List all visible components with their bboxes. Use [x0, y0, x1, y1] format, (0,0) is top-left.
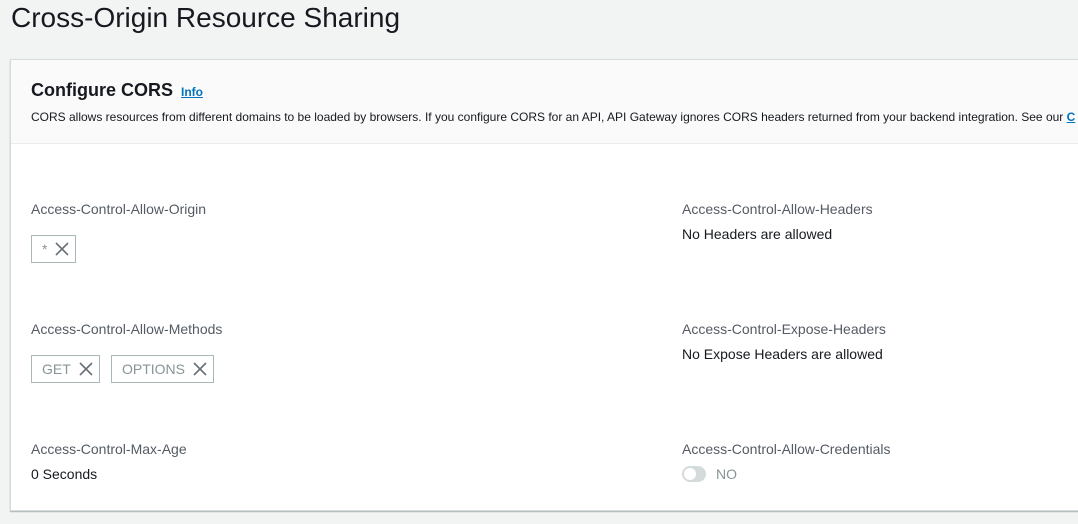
panel-title: Configure CORS [31, 80, 173, 100]
configure-cors-panel: Configure CORS Info CORS allows resource… [10, 59, 1078, 511]
allow-origin-label: Access-Control-Allow-Origin [31, 201, 207, 217]
token-label: * [42, 241, 48, 257]
toggle-knob [684, 468, 696, 480]
allow-credentials-state: NO [716, 466, 737, 482]
close-icon[interactable] [193, 362, 207, 376]
info-link[interactable]: Info [181, 85, 203, 99]
panel-description: CORS allows resources from different dom… [31, 110, 1075, 124]
docs-link[interactable]: C [1067, 110, 1076, 124]
allow-credentials-label: Access-Control-Allow-Credentials [682, 441, 891, 457]
expose-headers-value: No Expose Headers are allowed [682, 346, 883, 362]
max-age-label: Access-Control-Max-Age [31, 441, 187, 457]
token-label: OPTIONS [122, 361, 186, 377]
allow-headers-value: No Headers are allowed [682, 226, 833, 242]
close-icon[interactable] [55, 242, 70, 256]
allow-headers-label: Access-Control-Allow-Headers [682, 201, 873, 217]
origin-token-wildcard: * [31, 235, 77, 263]
allow-methods-label: Access-Control-Allow-Methods [31, 321, 223, 337]
panel-header: Configure CORS Info CORS allows resource… [11, 60, 1078, 144]
panel-description-text: CORS allows resources from different dom… [31, 110, 1067, 124]
method-token-options: OPTIONS [111, 355, 215, 383]
close-icon[interactable] [79, 362, 93, 376]
allow-credentials-toggle[interactable] [682, 466, 706, 482]
page-title: Cross-Origin Resource Sharing [11, 2, 401, 33]
expose-headers-label: Access-Control-Expose-Headers [682, 321, 886, 337]
max-age-value: 0 Seconds [31, 466, 98, 482]
token-label: GET [42, 361, 71, 377]
method-token-get: GET [31, 355, 100, 383]
